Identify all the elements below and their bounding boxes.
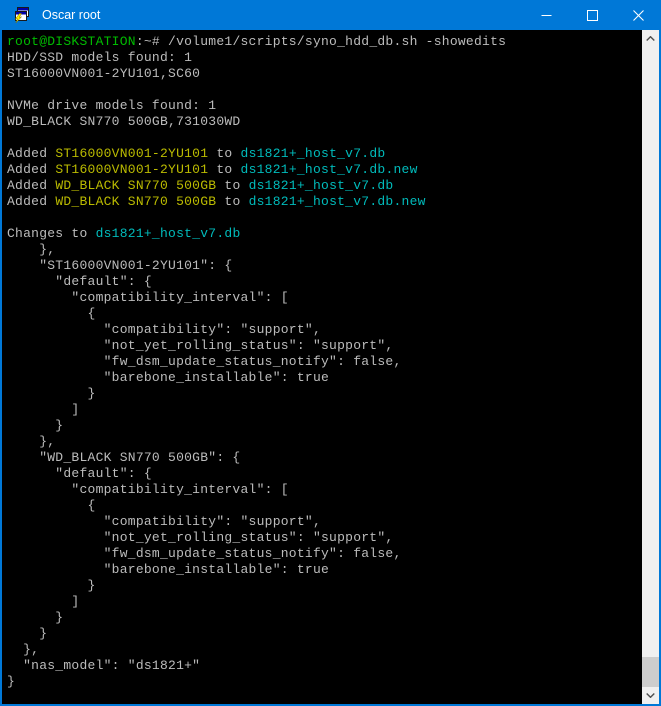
- terminal-line: "WD_BLACK SN770 500GB": {: [7, 450, 642, 466]
- terminal-line: }: [7, 418, 642, 434]
- chevron-up-icon: [646, 36, 655, 41]
- window-title: Oscar root: [42, 0, 523, 30]
- terminal-line: root@DISKSTATION:~# /volume1/scripts/syn…: [7, 34, 642, 50]
- terminal-line: Added ST16000VN001-2YU101 to ds1821+_hos…: [7, 162, 642, 178]
- terminal-line: "compatibility": "support",: [7, 514, 642, 530]
- terminal-line: Added ST16000VN001-2YU101 to ds1821+_hos…: [7, 146, 642, 162]
- terminal-line: }: [7, 578, 642, 594]
- terminal-line: "ST16000VN001-2YU101": {: [7, 258, 642, 274]
- terminal-line: }: [7, 610, 642, 626]
- terminal-line: }: [7, 386, 642, 402]
- terminal-line: WD_BLACK SN770 500GB,731030WD: [7, 114, 642, 130]
- terminal-line: "default": {: [7, 274, 642, 290]
- terminal-line: "compatibility": "support",: [7, 322, 642, 338]
- putty-terminals-icon: [13, 7, 29, 23]
- minimize-button[interactable]: [523, 0, 569, 30]
- putty-window: Oscar root root@DISKSTATION:~# /volume1: [0, 0, 661, 706]
- chevron-down-icon: [646, 693, 655, 698]
- terminal-line: },: [7, 242, 642, 258]
- maximize-icon: [587, 10, 598, 21]
- terminal-line: "fw_dsm_update_status_notify": false,: [7, 354, 642, 370]
- terminal-line: [7, 82, 642, 98]
- terminal-line: }: [7, 626, 642, 642]
- terminal-line: Added WD_BLACK SN770 500GB to ds1821+_ho…: [7, 194, 642, 210]
- scroll-up-button[interactable]: [642, 30, 659, 47]
- scrollbar-thumb[interactable]: [642, 657, 659, 687]
- scroll-down-button[interactable]: [642, 687, 659, 704]
- terminal-line: [7, 130, 642, 146]
- terminal-line: "default": {: [7, 466, 642, 482]
- terminal-line: NVMe drive models found: 1: [7, 98, 642, 114]
- terminal-line: Added WD_BLACK SN770 500GB to ds1821+_ho…: [7, 178, 642, 194]
- terminal-line: "compatibility_interval": [: [7, 482, 642, 498]
- close-icon: [633, 10, 644, 21]
- terminal-line: [7, 210, 642, 226]
- maximize-button[interactable]: [569, 0, 615, 30]
- terminal-line: HDD/SSD models found: 1: [7, 50, 642, 66]
- terminal-line: ST16000VN001-2YU101,SC60: [7, 66, 642, 82]
- terminal-line: },: [7, 434, 642, 450]
- terminal-line: {: [7, 306, 642, 322]
- terminal-line: Changes to ds1821+_host_v7.db: [7, 226, 642, 242]
- terminal-line: "barebone_installable": true: [7, 562, 642, 578]
- close-button[interactable]: [615, 0, 661, 30]
- caption-buttons: [523, 0, 661, 30]
- terminal-line: },: [7, 642, 642, 658]
- titlebar[interactable]: Oscar root: [0, 0, 661, 30]
- terminal-line: "not_yet_rolling_status": "support",: [7, 338, 642, 354]
- terminal-line: }: [7, 674, 642, 690]
- terminal-line: {: [7, 498, 642, 514]
- client-area: root@DISKSTATION:~# /volume1/scripts/syn…: [0, 30, 661, 706]
- terminal-line: "compatibility_interval": [: [7, 290, 642, 306]
- terminal-line: ]: [7, 402, 642, 418]
- terminal-line: "not_yet_rolling_status": "support",: [7, 530, 642, 546]
- terminal-line: "fw_dsm_update_status_notify": false,: [7, 546, 642, 562]
- scrollbar[interactable]: [642, 30, 659, 704]
- terminal-screen[interactable]: root@DISKSTATION:~# /volume1/scripts/syn…: [2, 30, 642, 704]
- terminal-line: ]: [7, 594, 642, 610]
- terminal-line: "barebone_installable": true: [7, 370, 642, 386]
- putty-app-icon[interactable]: [13, 7, 29, 23]
- minimize-icon: [541, 10, 552, 21]
- terminal-line: "nas_model": "ds1821+": [7, 658, 642, 674]
